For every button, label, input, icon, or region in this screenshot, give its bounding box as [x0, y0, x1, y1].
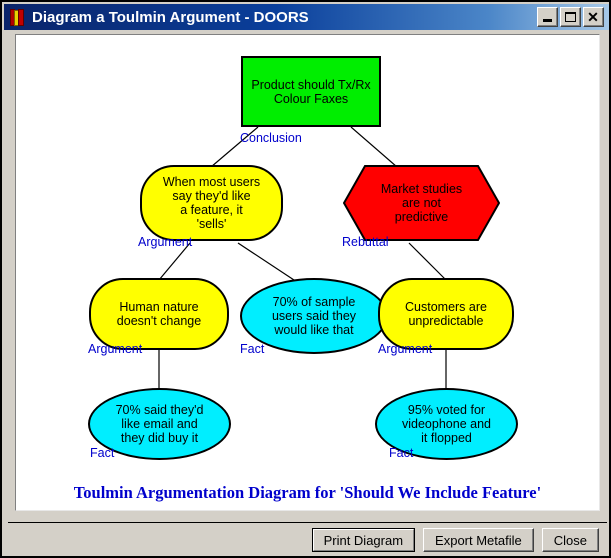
node-fact-70-email-text: 70% said they'd like email and they did …: [115, 403, 204, 445]
node-rebuttal-label: Rebuttal: [342, 235, 389, 249]
button-bar-separator: [8, 522, 607, 523]
node-conclusion-text: Product should Tx/Rx Colour Faxes: [251, 77, 371, 106]
node-conclusion[interactable]: Product should Tx/Rx Colour Faxes: [241, 56, 381, 127]
diagram-canvas[interactable]: Product should Tx/Rx Colour Faxes Conclu…: [15, 34, 600, 511]
node-fact-95-videophone-label: Fact: [389, 446, 414, 460]
node-argument-human-nature-text: Human nature doesn't change: [116, 300, 202, 328]
window-controls: ✕: [537, 7, 604, 27]
dialog-window: Diagram a Toulmin Argument - DOORS ✕ Pro…: [0, 0, 611, 558]
node-argument-sells-text: When most users say they'd like a featur…: [162, 175, 261, 231]
minimize-icon: [542, 18, 552, 22]
node-fact-70-sample-text: 70% of sample users said they would like…: [271, 295, 357, 337]
maximize-icon: [564, 11, 576, 22]
print-diagram-label: Print Diagram: [323, 532, 404, 548]
node-fact-70-email-label: Fact: [90, 446, 115, 460]
close-dialog-label: Close: [553, 532, 587, 548]
title-bar: Diagram a Toulmin Argument - DOORS ✕: [4, 4, 609, 30]
window-title: Diagram a Toulmin Argument - DOORS: [32, 8, 309, 26]
node-argument-human-nature-label: Argument: [88, 342, 143, 356]
node-rebuttal-text: Market studies are not predictive: [380, 182, 463, 224]
export-metafile-label: Export Metafile: [435, 532, 522, 548]
maximize-button[interactable]: [560, 7, 581, 27]
close-button[interactable]: ✕: [583, 7, 604, 27]
minimize-button[interactable]: [537, 7, 558, 27]
close-icon: ✕: [587, 8, 599, 25]
node-argument-sells[interactable]: When most users say they'd like a featur…: [140, 165, 283, 241]
node-argument-customers-text: Customers are unpredictable: [405, 300, 487, 328]
print-diagram-button[interactable]: Print Diagram: [311, 528, 416, 552]
node-fact-70-sample-label: Fact: [240, 342, 265, 356]
node-rebuttal-market-studies[interactable]: Market studies are not predictive: [343, 165, 500, 241]
button-bar: Print Diagram Export Metafile Close: [311, 528, 599, 552]
node-argument-sells-label: Argument: [138, 235, 193, 249]
close-dialog-button[interactable]: Close: [541, 528, 599, 552]
node-argument-customers[interactable]: Customers are unpredictable: [378, 278, 514, 350]
node-conclusion-label: Conclusion: [240, 131, 302, 145]
node-argument-customers-label: Argument: [378, 342, 433, 356]
node-argument-human-nature[interactable]: Human nature doesn't change: [89, 278, 229, 350]
doors-books-icon: [10, 8, 25, 26]
node-fact-95-videophone-text: 95% voted for videophone and it flopped: [402, 403, 491, 445]
export-metafile-button[interactable]: Export Metafile: [423, 528, 534, 552]
